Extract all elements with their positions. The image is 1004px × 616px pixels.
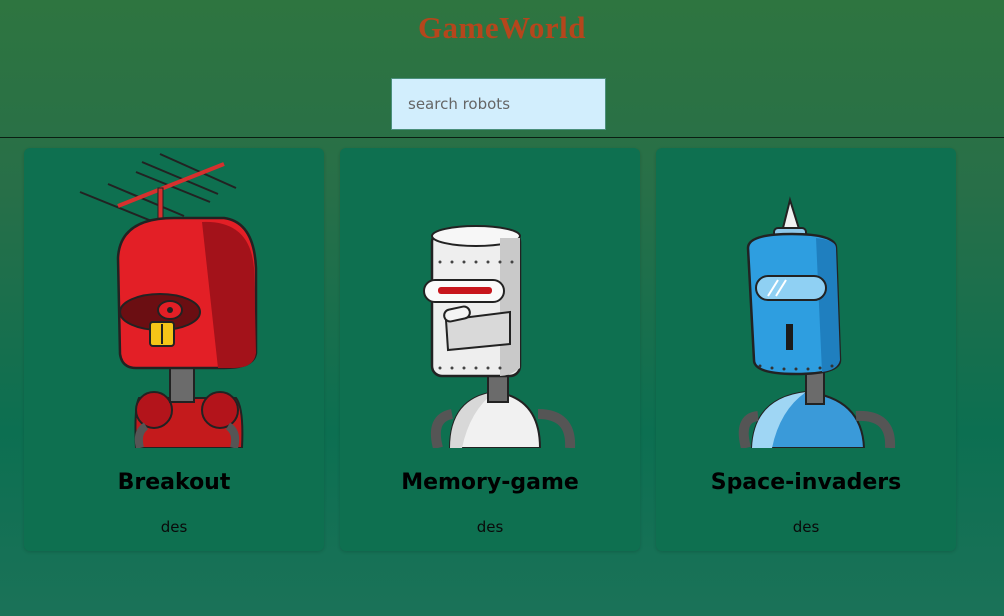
red-robot-icon (79, 153, 258, 448)
card-description: des (792, 518, 820, 536)
robot-card-space-invaders[interactable]: Space-invaders des (656, 148, 956, 551)
blue-robot-icon (738, 196, 896, 448)
card-title: Memory-game (401, 470, 579, 495)
card-title: Breakout (117, 470, 231, 495)
card-description: des (160, 518, 188, 536)
header-divider (0, 137, 1004, 138)
robot-card-breakout[interactable]: Breakout des (24, 148, 324, 551)
page-title: GameWorld (417, 10, 587, 45)
robot-card-memory-game[interactable]: Memory-game des (340, 148, 640, 551)
card-title: Space-invaders (710, 470, 902, 495)
search-input[interactable] (391, 78, 606, 130)
card-description: des (476, 518, 504, 536)
white-robot-icon (423, 225, 576, 448)
